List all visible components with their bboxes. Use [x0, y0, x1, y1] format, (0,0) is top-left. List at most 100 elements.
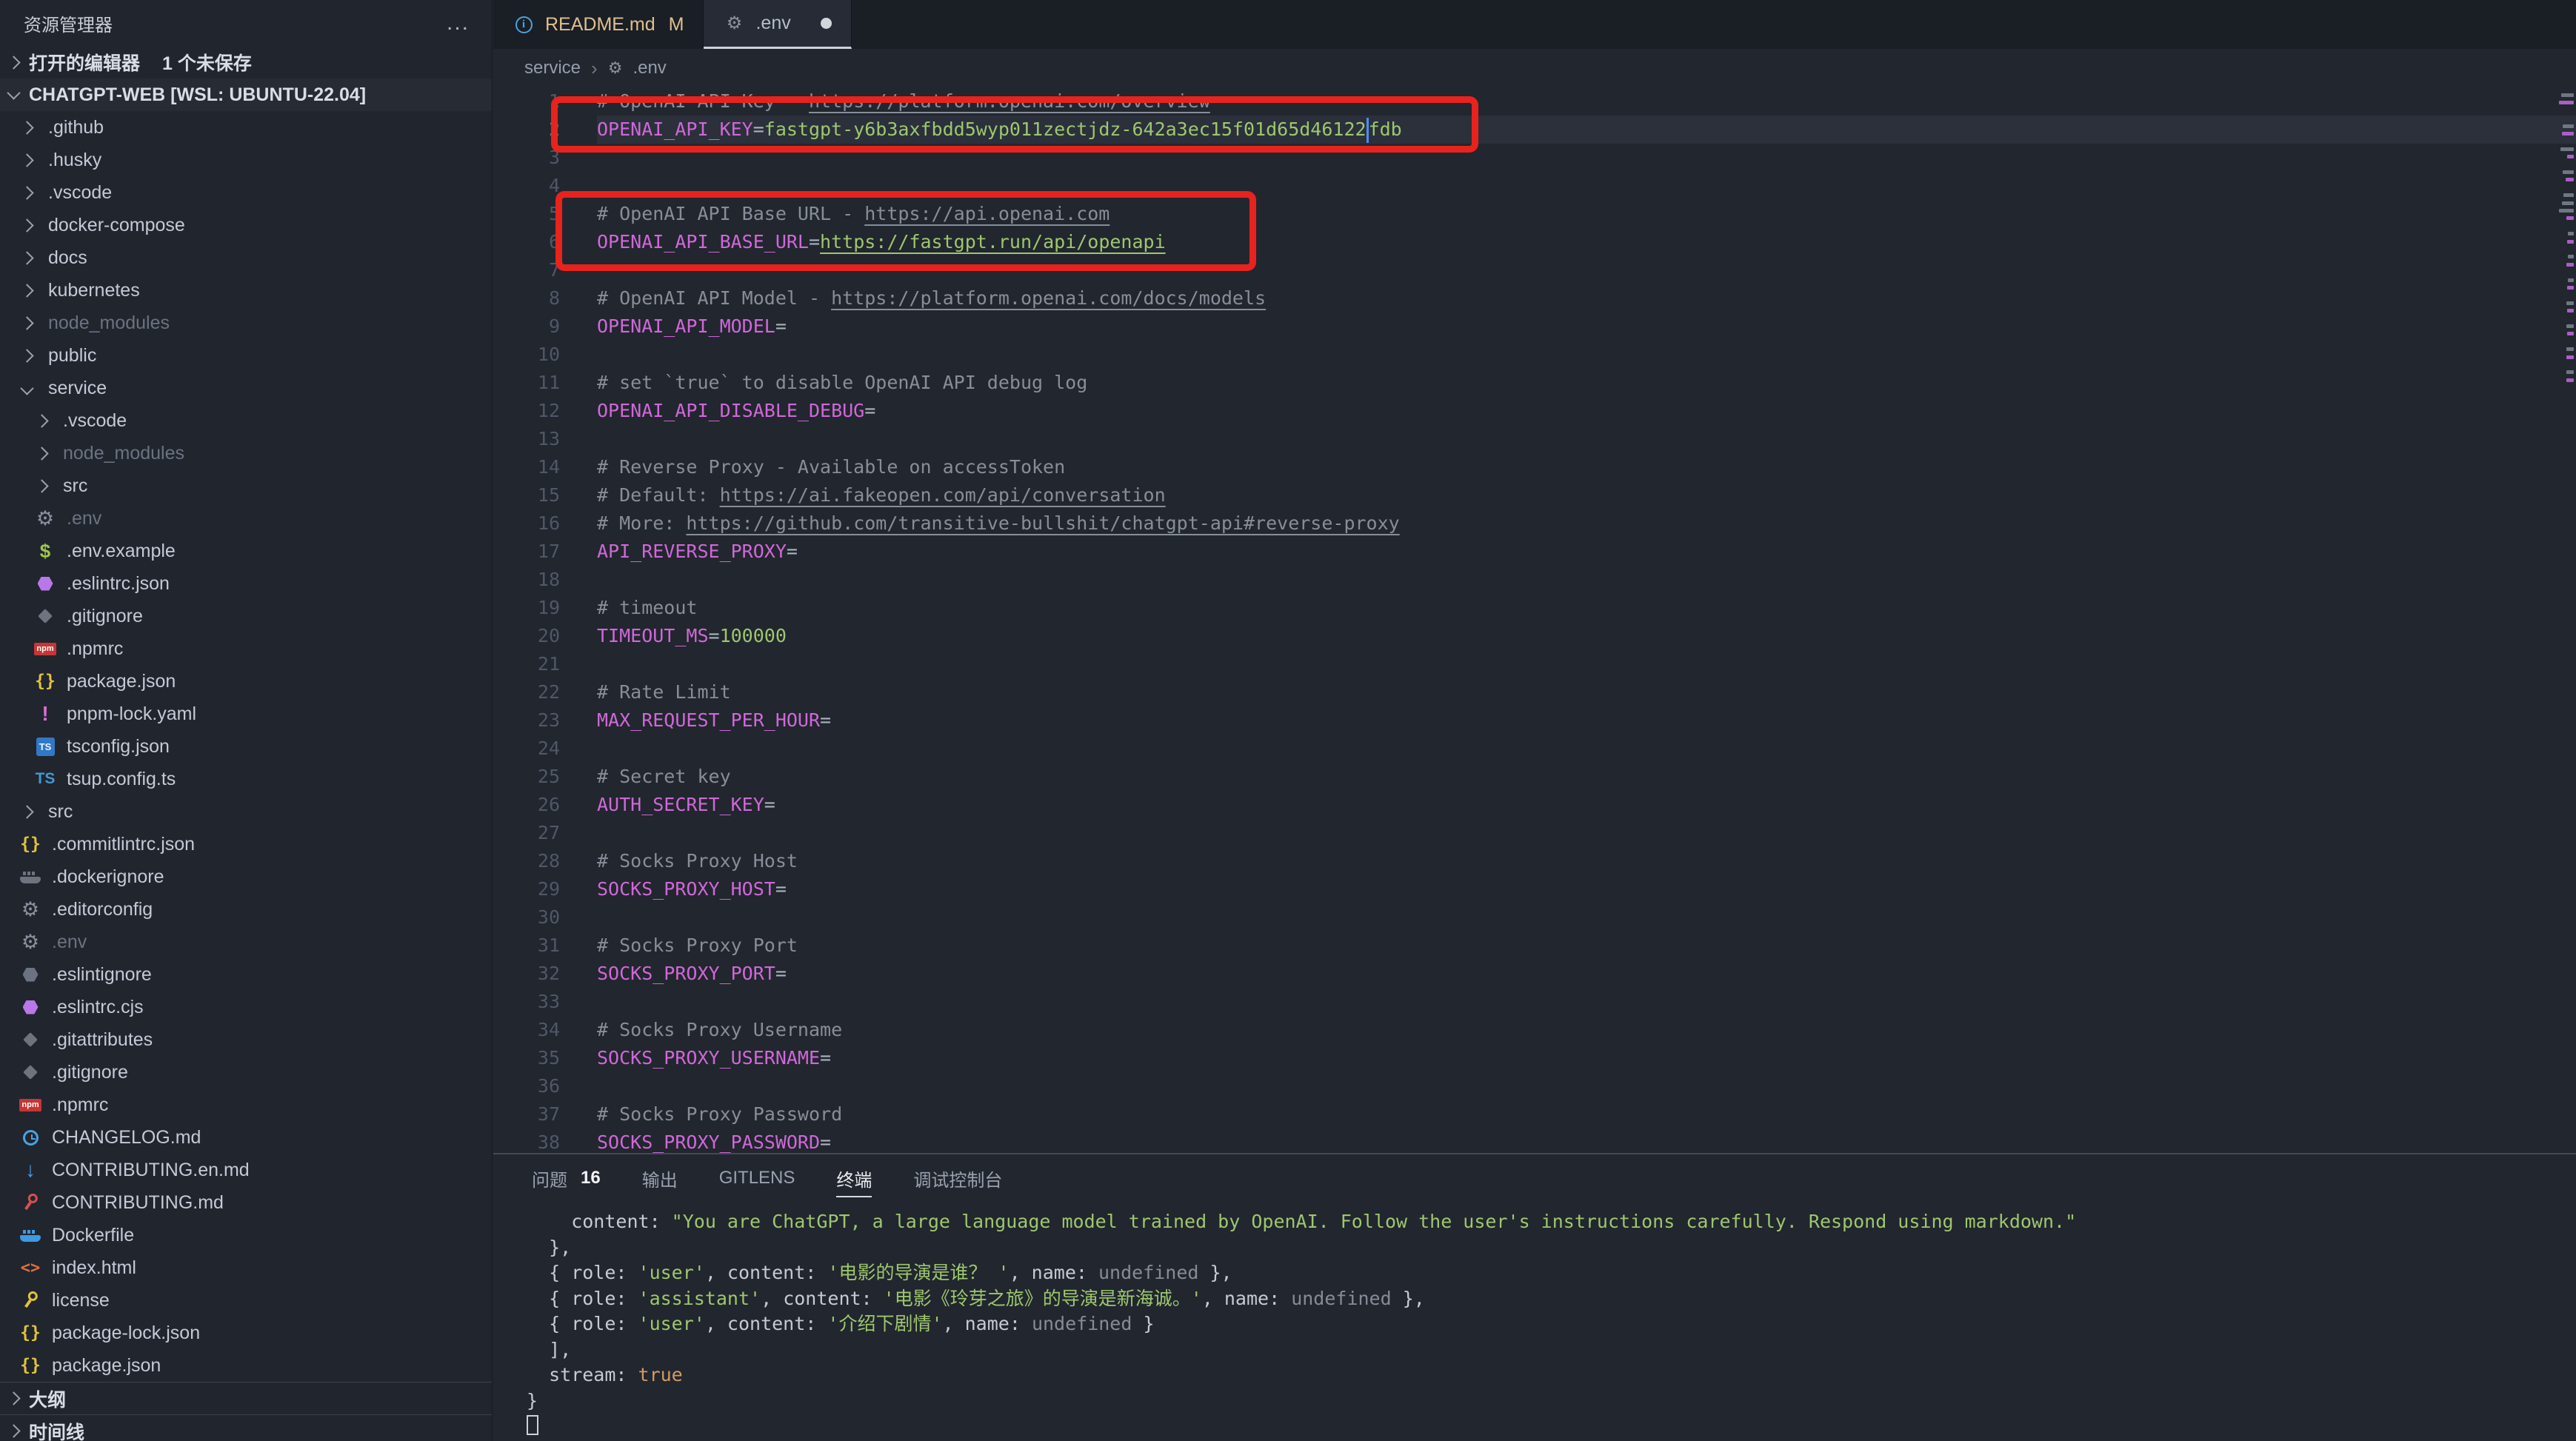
- tree-item-.vscode[interactable]: .vscode: [0, 176, 492, 209]
- tree-item-package-lock.json[interactable]: {}package-lock.json: [0, 1317, 492, 1349]
- editor-line-32[interactable]: 32SOCKS_PROXY_PORT=: [493, 960, 2576, 988]
- editor-line-21[interactable]: 21: [493, 650, 2576, 678]
- minimap[interactable]: [2557, 87, 2576, 472]
- line-code: # Socks Proxy Password: [597, 1100, 842, 1129]
- editor-line-28[interactable]: 28# Socks Proxy Host: [493, 847, 2576, 875]
- tree-item-docs[interactable]: docs: [0, 241, 492, 274]
- tree-item-.github[interactable]: .github: [0, 111, 492, 144]
- more-actions-icon[interactable]: ...: [447, 16, 470, 30]
- tree-item-index.html[interactable]: <>index.html: [0, 1251, 492, 1284]
- gear-icon: ⚙: [34, 507, 56, 529]
- editor-line-27[interactable]: 27: [493, 819, 2576, 847]
- workspace-section[interactable]: CHATGPT-WEB [WSL: UBUNTU-22.04]: [0, 78, 492, 111]
- editor-line-12[interactable]: 12OPENAI_API_DISABLE_DEBUG=: [493, 397, 2576, 425]
- tree-item-.npmrc[interactable]: npm.npmrc: [0, 632, 492, 665]
- tree-item-.eslintrc.json[interactable]: .eslintrc.json: [0, 567, 492, 600]
- breadcrumb-folder[interactable]: service: [524, 58, 581, 78]
- terminal-line: ],: [527, 1337, 2576, 1363]
- tree-item-CHANGELOG.md[interactable]: CHANGELOG.md: [0, 1121, 492, 1154]
- tree-item-.eslintignore[interactable]: .eslintignore: [0, 958, 492, 991]
- editor-line-17[interactable]: 17API_REVERSE_PROXY=: [493, 538, 2576, 566]
- line-number: 2: [493, 116, 560, 144]
- tree-item-node_modules[interactable]: node_modules: [0, 307, 492, 339]
- minimap-mark: [2566, 178, 2574, 181]
- tree-item-.eslintrc.cjs[interactable]: .eslintrc.cjs: [0, 991, 492, 1023]
- terminal-output[interactable]: content: "You are ChatGPT, a large langu…: [493, 1202, 2576, 1440]
- breadcrumb[interactable]: service › ⚙ .env: [493, 49, 2576, 87]
- tree-item-docker-compose[interactable]: docker-compose: [0, 209, 492, 241]
- editor-line-11[interactable]: 11# set `true` to disable OpenAI API deb…: [493, 369, 2576, 397]
- tree-item-.env.example[interactable]: $.env.example: [0, 535, 492, 567]
- editor-line-33[interactable]: 33: [493, 988, 2576, 1016]
- editor-line-30[interactable]: 30: [493, 903, 2576, 932]
- tree-item-service[interactable]: service: [0, 372, 492, 404]
- tree-item-node_modules[interactable]: node_modules: [0, 437, 492, 469]
- panel-tab-调试控制台[interactable]: 调试控制台: [913, 1154, 1002, 1202]
- tree-item-CONTRIBUTING.en.md[interactable]: ↓CONTRIBUTING.en.md: [0, 1154, 492, 1186]
- timeline-section[interactable]: 时间线: [0, 1414, 492, 1441]
- code-editor[interactable]: 1# OpenAI API Key - https://platform.ope…: [493, 87, 2576, 1153]
- editor-line-14[interactable]: 14# Reverse Proxy - Available on accessT…: [493, 453, 2576, 481]
- panel-tab-问题[interactable]: 问题16: [532, 1154, 601, 1202]
- tree-item-.editorconfig[interactable]: ⚙.editorconfig: [0, 893, 492, 926]
- tree-item-.commitlintrc.json[interactable]: {}.commitlintrc.json: [0, 828, 492, 860]
- tree-item-pnpm-lock.yaml[interactable]: !pnpm-lock.yaml: [0, 698, 492, 730]
- editor-line-19[interactable]: 19# timeout: [493, 594, 2576, 622]
- tree-item-public[interactable]: public: [0, 339, 492, 372]
- tree-item-.npmrc[interactable]: npm.npmrc: [0, 1089, 492, 1121]
- keys-yellow-icon: [19, 1289, 41, 1311]
- editor-line-25[interactable]: 25# Secret key: [493, 763, 2576, 791]
- outline-section[interactable]: 大纲: [0, 1382, 492, 1414]
- editor-line-38[interactable]: 38SOCKS_PROXY_PASSWORD=: [493, 1129, 2576, 1153]
- editor-line-36[interactable]: 36: [493, 1072, 2576, 1100]
- tree-item-.husky[interactable]: .husky: [0, 144, 492, 176]
- tree-item-CONTRIBUTING.md[interactable]: CONTRIBUTING.md: [0, 1186, 492, 1219]
- editor-line-31[interactable]: 31# Socks Proxy Port: [493, 932, 2576, 960]
- tree-item-tsconfig.json[interactable]: TStsconfig.json: [0, 730, 492, 763]
- tree-item-license[interactable]: license: [0, 1284, 492, 1317]
- tree-item-.env[interactable]: ⚙.env: [0, 502, 492, 535]
- tree-item-package.json[interactable]: {}package.json: [0, 665, 492, 698]
- tree-item-kubernetes[interactable]: kubernetes: [0, 274, 492, 307]
- tree-item-Dockerfile[interactable]: Dockerfile: [0, 1219, 492, 1251]
- dirty-dot-icon[interactable]: [821, 18, 832, 29]
- editor-line-23[interactable]: 23MAX_REQUEST_PER_HOUR=: [493, 706, 2576, 735]
- tree-item-label: docs: [48, 247, 87, 269]
- editor-line-35[interactable]: 35SOCKS_PROXY_USERNAME=: [493, 1044, 2576, 1072]
- editor-line-9[interactable]: 9OPENAI_API_MODEL=: [493, 312, 2576, 341]
- editor-line-8[interactable]: 8# OpenAI API Model - https://platform.o…: [493, 284, 2576, 312]
- tree-item-.env[interactable]: ⚙.env: [0, 926, 492, 958]
- editor-line-24[interactable]: 24: [493, 735, 2576, 763]
- panel-tab-GITLENS[interactable]: GITLENS: [719, 1154, 795, 1202]
- tree-item-.gitignore[interactable]: .gitignore: [0, 600, 492, 632]
- editor-line-34[interactable]: 34# Socks Proxy Username: [493, 1016, 2576, 1044]
- tree-item-.gitattributes[interactable]: .gitattributes: [0, 1023, 492, 1056]
- panel-tab-输出[interactable]: 输出: [642, 1154, 678, 1202]
- breadcrumb-file[interactable]: .env: [633, 58, 666, 78]
- editor-line-37[interactable]: 37# Socks Proxy Password: [493, 1100, 2576, 1129]
- tree-item-.dockerignore[interactable]: .dockerignore: [0, 860, 492, 893]
- tree-item-src[interactable]: src: [0, 795, 492, 828]
- tree-item-.gitignore[interactable]: .gitignore: [0, 1056, 492, 1089]
- tab-.env[interactable]: ⚙.env: [704, 0, 851, 49]
- explorer-title: 资源管理器: [24, 10, 113, 36]
- editor-line-26[interactable]: 26AUTH_SECRET_KEY=: [493, 791, 2576, 819]
- tree-item-src[interactable]: src: [0, 469, 492, 502]
- tab-README.md[interactable]: iREADME.mdM: [493, 0, 704, 49]
- tree-item-label: .eslintignore: [52, 964, 152, 986]
- editor-line-18[interactable]: 18: [493, 566, 2576, 594]
- editor-line-16[interactable]: 16# More: https://github.com/transitive-…: [493, 509, 2576, 538]
- terminal-line: { role: 'assistant', content: '电影《玲芽之旅》的…: [527, 1286, 2576, 1312]
- open-editors-section[interactable]: 打开的编辑器 1 个未保存: [0, 46, 492, 78]
- editor-line-15[interactable]: 15# Default: https://ai.fakeopen.com/api…: [493, 481, 2576, 509]
- tree-item-.vscode[interactable]: .vscode: [0, 404, 492, 437]
- editor-line-13[interactable]: 13: [493, 425, 2576, 453]
- editor-line-20[interactable]: 20TIMEOUT_MS=100000: [493, 622, 2576, 650]
- panel-tab-终端[interactable]: 终端: [836, 1154, 872, 1202]
- editor-line-22[interactable]: 22# Rate Limit: [493, 678, 2576, 706]
- tree-item-tsup.config.ts[interactable]: TStsup.config.ts: [0, 763, 492, 795]
- editor-line-10[interactable]: 10: [493, 341, 2576, 369]
- tree-item-package.json[interactable]: {}package.json: [0, 1349, 492, 1382]
- editor-line-29[interactable]: 29SOCKS_PROXY_HOST=: [493, 875, 2576, 903]
- line-number: 27: [493, 819, 560, 847]
